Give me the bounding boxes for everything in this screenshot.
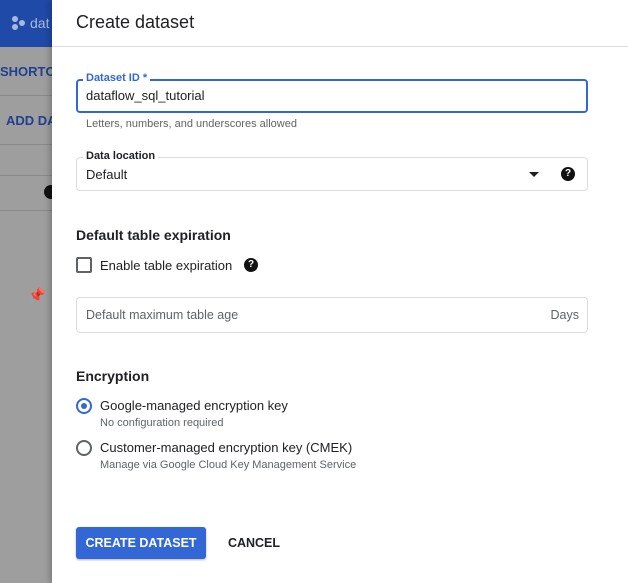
google-managed-key-label[interactable]: Google-managed encryption key xyxy=(100,398,288,413)
background-shortcut-label: SHORTCU xyxy=(0,64,60,79)
days-suffix: Days xyxy=(550,308,579,322)
divider xyxy=(52,46,628,47)
dataset-icon xyxy=(12,16,26,30)
table-expiration-heading: Default table expiration xyxy=(76,227,231,243)
customer-managed-key-description: Manage via Google Cloud Key Management S… xyxy=(100,459,357,471)
data-location-value: Default xyxy=(86,167,128,182)
dataset-id-label: Dataset ID * xyxy=(83,72,151,84)
chevron-down-icon[interactable] xyxy=(529,172,539,177)
google-managed-key-description: No configuration required xyxy=(100,417,224,429)
customer-managed-key-label[interactable]: Customer-managed encryption key (CMEK) xyxy=(100,440,352,455)
google-managed-key-radio[interactable] xyxy=(76,398,92,414)
background-row xyxy=(0,145,60,176)
enable-table-expiration-label[interactable]: Enable table expiration xyxy=(100,258,232,273)
create-dataset-button[interactable]: CREATE DATASET xyxy=(76,527,206,559)
enable-table-expiration-checkbox[interactable] xyxy=(76,257,92,273)
background-shortcut-row: SHORTCU xyxy=(0,47,60,96)
encryption-heading: Encryption xyxy=(76,368,150,384)
background-header: dat xyxy=(0,0,60,47)
background-app: dat SHORTCU ADD DA 📌 xyxy=(0,0,60,583)
max-table-age-field[interactable]: Days xyxy=(76,297,588,333)
max-table-age-input[interactable] xyxy=(86,308,526,322)
background-header-text: dat xyxy=(30,15,50,31)
background-add-data-row: ADD DA xyxy=(0,96,60,145)
cancel-button[interactable]: CANCEL xyxy=(218,527,290,559)
pin-icon: 📌 xyxy=(28,287,46,303)
panel-title: Create dataset xyxy=(76,12,195,32)
screen: dat SHORTCU ADD DA 📌 Create dataset Data… xyxy=(0,0,628,583)
help-icon[interactable]: ? xyxy=(244,258,258,272)
help-icon[interactable]: ? xyxy=(561,167,575,181)
background-add-data-label: ADD DA xyxy=(6,113,57,128)
dataset-id-field[interactable]: Dataset ID * xyxy=(76,72,588,113)
data-location-select[interactable]: Data location Default ? xyxy=(76,150,588,191)
customer-managed-key-radio[interactable] xyxy=(76,440,92,456)
dataset-id-input[interactable] xyxy=(86,88,576,103)
create-dataset-panel: Create dataset Dataset ID * Letters, num… xyxy=(52,0,628,583)
dataset-id-hint: Letters, numbers, and underscores allowe… xyxy=(86,118,297,130)
data-location-label: Data location xyxy=(83,150,159,162)
